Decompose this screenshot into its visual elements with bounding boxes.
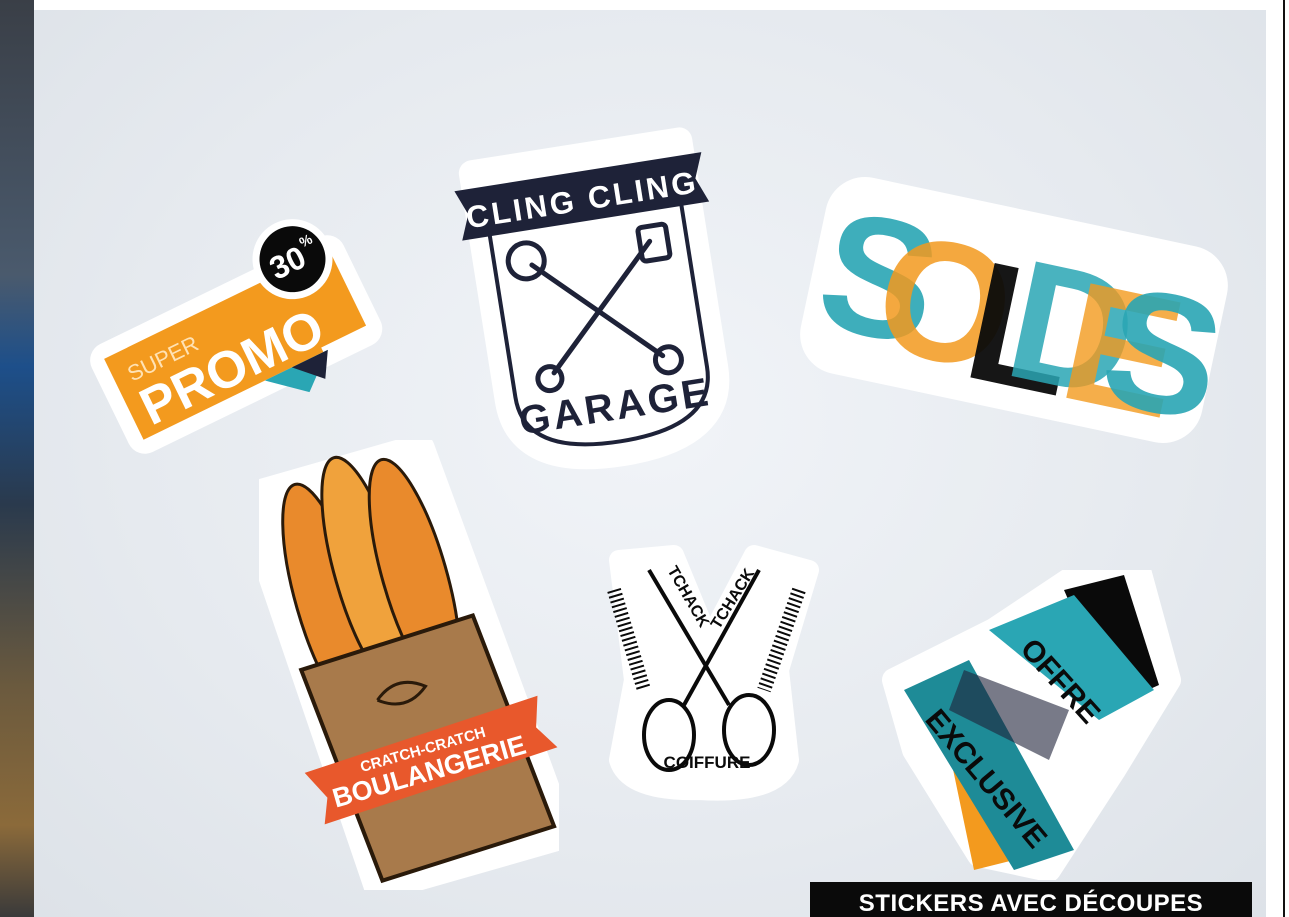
sticker-soldes: S O L D E S <box>800 174 1234 450</box>
caption-banner: STICKERS AVEC DÉCOUPES <box>810 882 1252 917</box>
right-border-line <box>1283 0 1285 917</box>
stickers-photo: 30 % SUPER PROMO CLING CLING GARAGE S O … <box>34 10 1266 917</box>
coiffure-bottom-text: COIFFURE <box>664 753 751 772</box>
sticker-super-promo: 30 % SUPER PROMO <box>90 219 383 454</box>
sticker-coiffure: TCHACK TCHACK COIFFURE <box>607 545 819 801</box>
sticker-boulangerie: CRATCH-CRATCH BOULANGERIE <box>259 440 559 890</box>
left-background-strip <box>0 0 34 917</box>
sticker-offre-exclusive: OFFRE EXCLUSIVE <box>882 570 1181 880</box>
sticker-garage: CLING CLING GARAGE <box>454 127 730 470</box>
caption-text: STICKERS AVEC DÉCOUPES <box>858 890 1204 917</box>
